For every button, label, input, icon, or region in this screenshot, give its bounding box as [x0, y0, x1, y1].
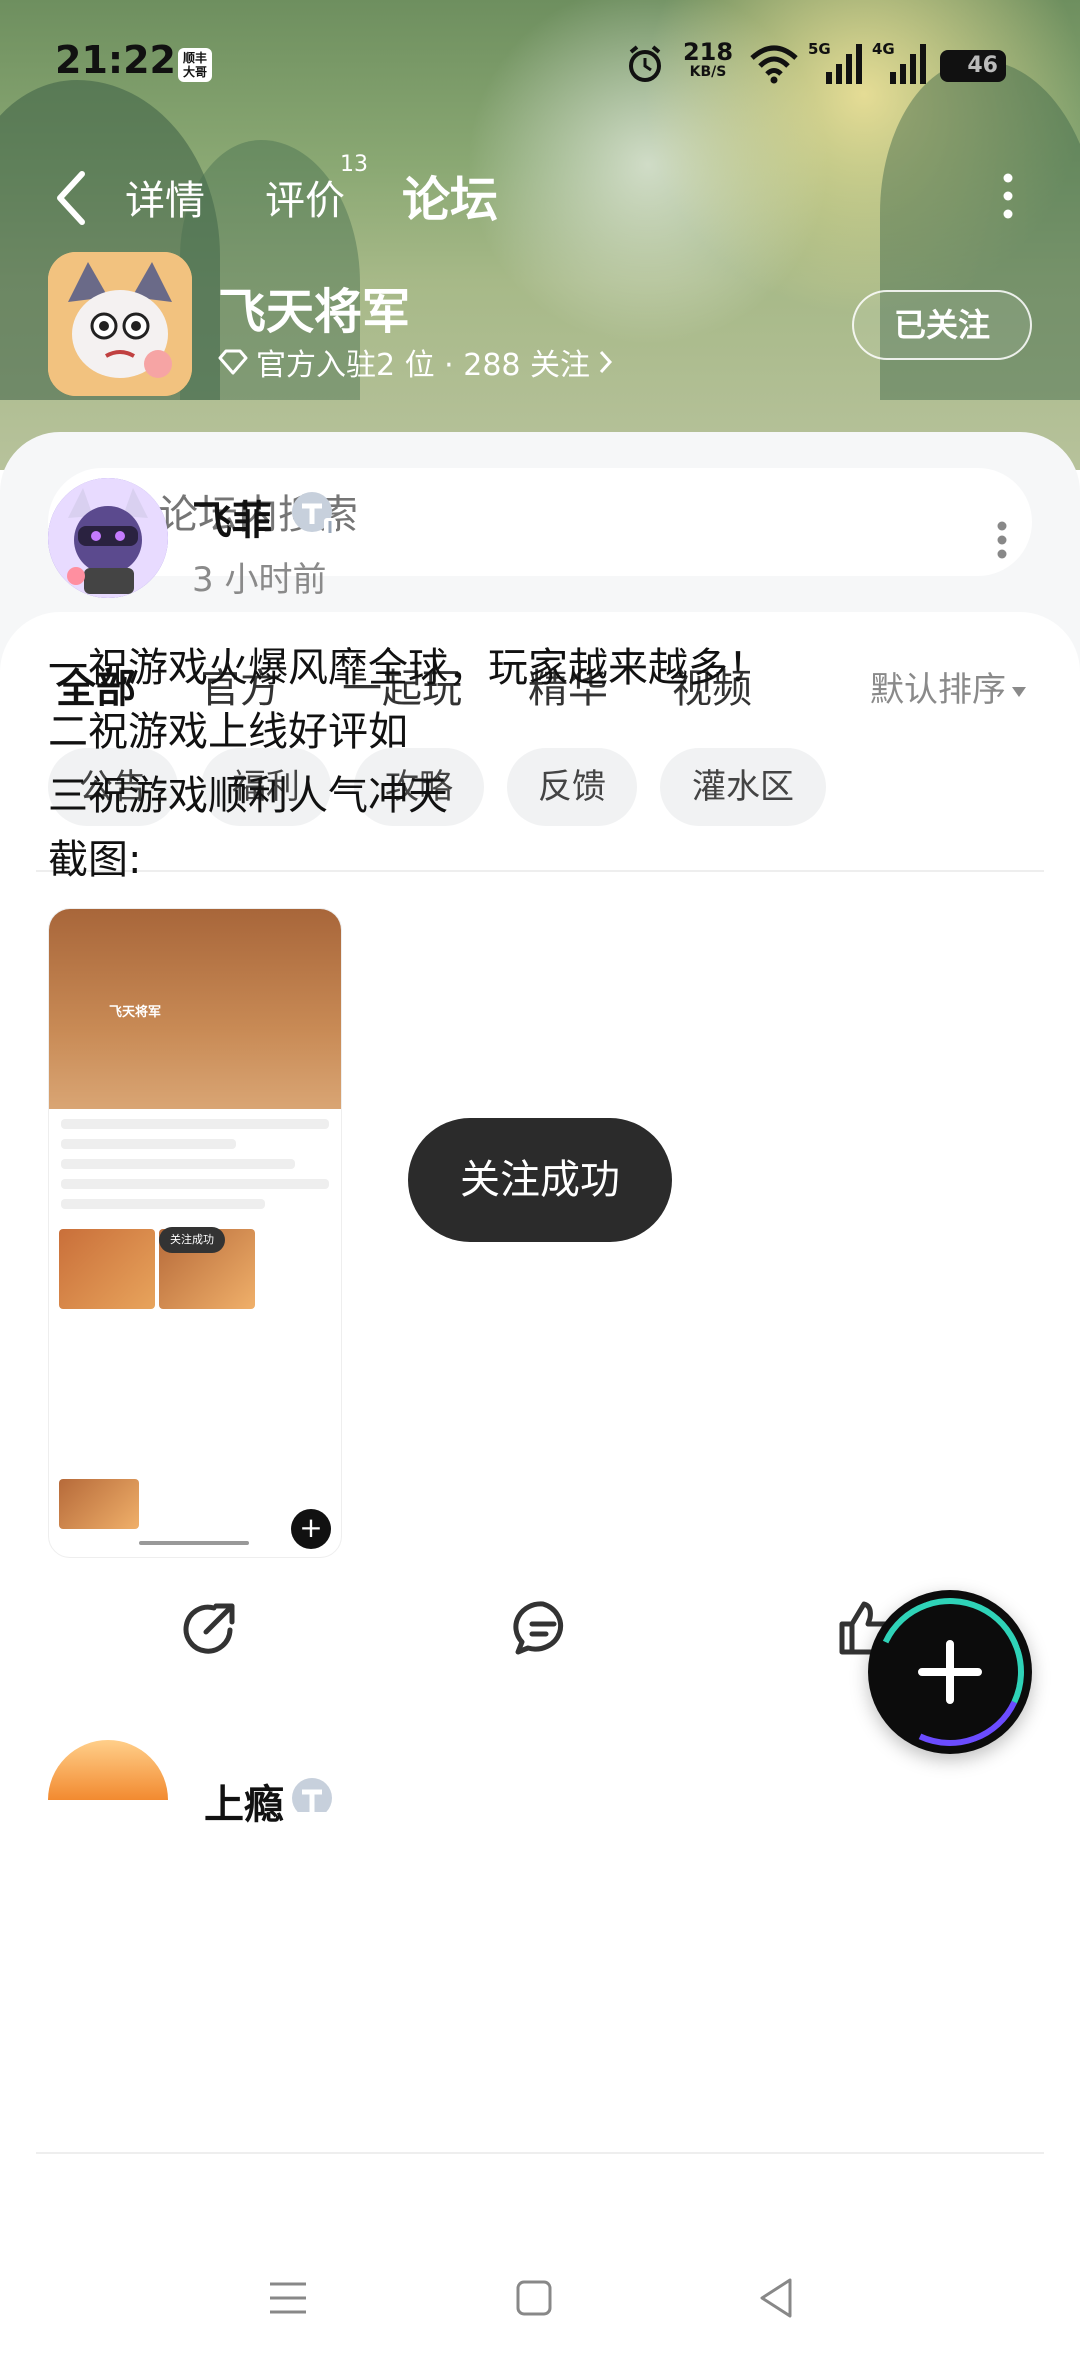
wifi-icon [750, 45, 798, 84]
review-count-badge: 13 [340, 152, 368, 177]
post-line: 三祝游戏顺利人气冲天 [48, 773, 448, 819]
status-time: 21:22 [55, 38, 176, 82]
post-more-icon[interactable] [994, 518, 1010, 562]
plus-icon [918, 1640, 982, 1704]
post-screenshot-image[interactable]: 飞天将军 关注成功 + [48, 908, 342, 1558]
next-post-author[interactable]: 上瘾 [204, 1772, 284, 1830]
post-author-avatar[interactable] [48, 478, 168, 598]
svg-text:5G: 5G [808, 40, 831, 58]
game-icon[interactable] [48, 252, 192, 396]
post-author-name[interactable]: 飞菲 [192, 488, 272, 546]
tab-reviews[interactable]: 评价 [265, 168, 345, 226]
back-arrow-icon[interactable] [52, 168, 92, 228]
post-timestamp: 3 小时前 [192, 560, 327, 600]
post-line: 一祝游戏火爆风靡全球，玩家越来越多！ [48, 645, 768, 691]
game-meta-link[interactable]: 官方入驻2 位 · 288 关注 [218, 340, 614, 384]
top-nav: 详情 评价 13 论坛 [0, 140, 1080, 250]
alarm-icon [629, 45, 661, 82]
comment-icon[interactable] [512, 1598, 574, 1658]
chevron-right-icon [599, 350, 613, 374]
tab-forum[interactable]: 论坛 [402, 160, 499, 230]
tab-details[interactable]: 详情 [125, 168, 205, 226]
battery-indicator: 46 [940, 50, 1006, 82]
toast-message: 关注成功 [408, 1118, 672, 1242]
share-icon[interactable] [180, 1598, 240, 1658]
follow-button[interactable]: 已关注 [852, 290, 1032, 360]
network-speed: 218 KB/S [682, 38, 734, 80]
more-vertical-icon[interactable] [998, 170, 1018, 222]
post-body: 一祝游戏火爆风靡全球，玩家越来越多！ 二祝游戏上线好评如 三祝游戏顺利人气冲天 … [48, 636, 1038, 892]
level-badge-icon [292, 492, 336, 536]
sf-app-badge: 顺丰 大哥 [178, 48, 212, 82]
game-meta-text: 官方入驻2 位 · 288 关注 [256, 348, 591, 383]
signal-4g-icon: 4G [872, 40, 926, 84]
home-icon[interactable] [514, 2278, 554, 2318]
divider [36, 2152, 1044, 2154]
recent-apps-icon[interactable] [268, 2278, 308, 2318]
create-post-button[interactable] [868, 1590, 1032, 1754]
signal-5g-icon: 5G [808, 40, 862, 84]
diamond-icon [218, 349, 248, 375]
svg-text:4G: 4G [872, 40, 895, 58]
search-input[interactable] [158, 492, 958, 538]
system-back-icon[interactable] [756, 2276, 796, 2320]
post-line: 截图: [48, 837, 142, 883]
system-nav-bar [0, 2240, 1080, 2376]
game-title: 飞天将军 [218, 284, 411, 340]
status-bar: 21:22 顺丰 大哥 218 KB/S 5G 4G 46 [0, 0, 1080, 120]
level-badge-icon [292, 1778, 332, 1812]
post-line: 二祝游戏上线好评如 [48, 709, 408, 755]
